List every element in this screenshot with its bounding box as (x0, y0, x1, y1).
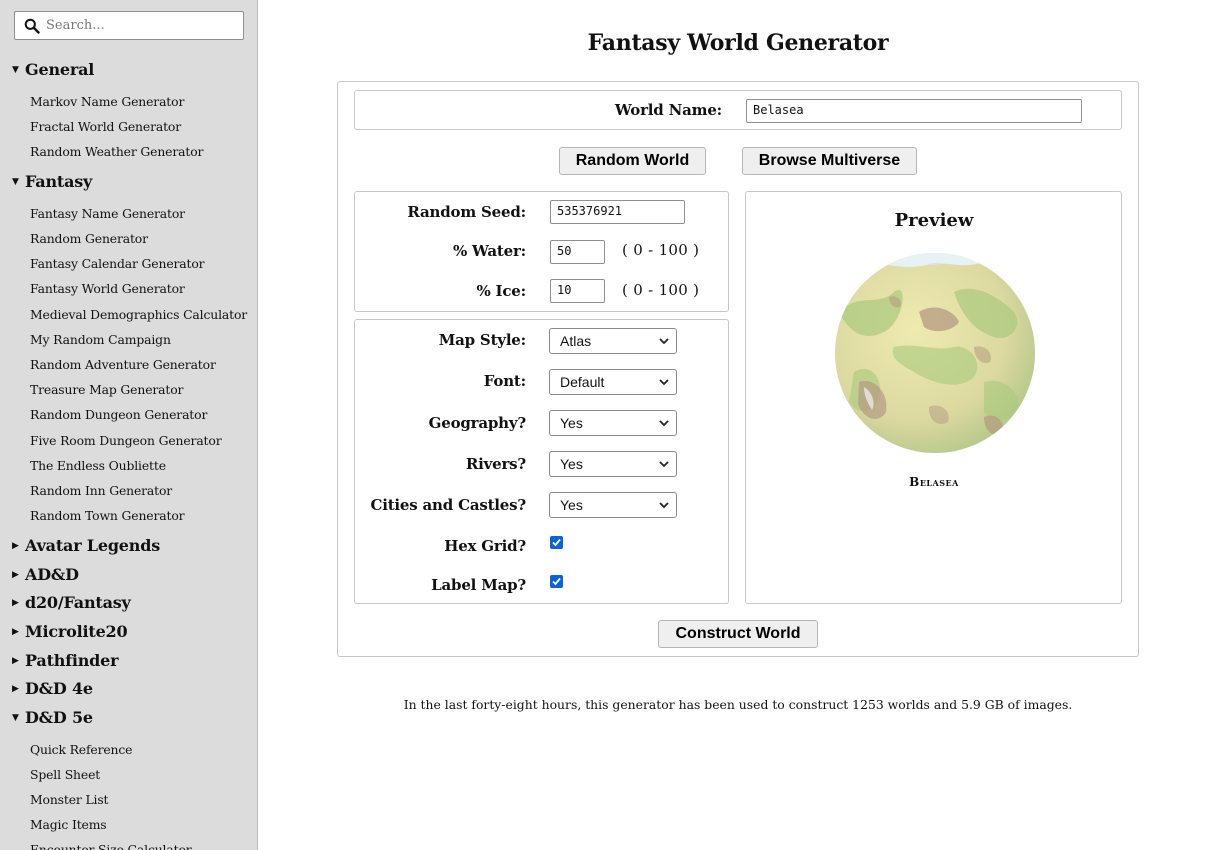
hex-grid-label: Hex Grid? (444, 537, 526, 555)
chevron-down-icon (659, 502, 669, 509)
sidebar-item-fantasy-calendar-generator[interactable]: Fantasy Calendar Generator (30, 256, 205, 271)
search-icon (24, 18, 40, 34)
checkmark-icon (552, 577, 561, 586)
sidebar-section-general[interactable]: ▼ General (12, 60, 94, 79)
sidebar-item-fractal-world-generator[interactable]: Fractal World Generator (30, 119, 181, 134)
random-world-button[interactable]: Random World (559, 147, 706, 175)
search-input[interactable]: Search... (46, 18, 105, 33)
ice-range: ( 0 - 100 ) (622, 281, 700, 299)
search-box[interactable]: Search... (14, 11, 244, 40)
cities-label: Cities and Castles? (370, 496, 526, 514)
sidebar-item-five-room-dungeon-generator[interactable]: Five Room Dungeon Generator (30, 433, 222, 448)
sidebar-item-encounter-size-calculator[interactable]: Encounter Size Calculator (30, 842, 192, 850)
ice-label: % Ice: (476, 282, 526, 300)
sidebar-item-fantasy-world-generator[interactable]: Fantasy World Generator (30, 281, 185, 296)
world-preview-image[interactable] (834, 252, 1036, 454)
sidebar-section-d20-fantasy[interactable]: ▶ d20/Fantasy (12, 593, 131, 612)
sidebar-section-dnd-5e[interactable]: ▼ D&D 5e (12, 708, 93, 727)
sidebar-section-microlite20[interactable]: ▶ Microlite20 (12, 622, 128, 641)
random-seed-label: Random Seed: (407, 203, 526, 221)
triangle-right-icon: ▶ (12, 569, 19, 580)
map-style-select[interactable]: Atlas (549, 328, 677, 354)
chevron-down-icon (659, 461, 669, 468)
water-label: % Water: (452, 242, 526, 260)
chevron-down-icon (659, 420, 669, 427)
triangle-right-icon: ▶ (12, 597, 19, 608)
sidebar-item-fantasy-name-generator[interactable]: Fantasy Name Generator (30, 206, 185, 221)
sidebar-item-spell-sheet[interactable]: Spell Sheet (30, 767, 100, 782)
random-seed-input[interactable]: 535376921 (550, 200, 685, 224)
preview-world-label: Belasea (909, 475, 959, 489)
construct-world-button[interactable]: Construct World (658, 620, 818, 648)
ice-input[interactable]: 10 (550, 279, 605, 303)
geography-select[interactable]: Yes (549, 410, 677, 436)
triangle-right-icon: ▶ (12, 683, 19, 694)
triangle-down-icon: ▼ (12, 712, 19, 723)
browse-multiverse-button[interactable]: Browse Multiverse (742, 147, 917, 175)
sidebar: Search... ▼ General Markov Name Generato… (0, 0, 258, 850)
sidebar-item-monster-list[interactable]: Monster List (30, 792, 109, 807)
triangle-right-icon: ▶ (12, 540, 19, 551)
sidebar-section-pathfinder[interactable]: ▶ Pathfinder (12, 651, 119, 670)
font-label: Font: (483, 372, 526, 390)
sidebar-item-random-inn-generator[interactable]: Random Inn Generator (30, 483, 172, 498)
label-map-checkbox[interactable] (550, 575, 563, 588)
rivers-select[interactable]: Yes (549, 451, 677, 477)
sidebar-section-dnd-4e[interactable]: ▶ D&D 4e (12, 679, 93, 698)
triangle-right-icon: ▶ (12, 655, 19, 666)
sidebar-item-random-town-generator[interactable]: Random Town Generator (30, 508, 185, 523)
sidebar-item-random-adventure-generator[interactable]: Random Adventure Generator (30, 357, 216, 372)
water-range: ( 0 - 100 ) (622, 241, 700, 259)
cities-select[interactable]: Yes (549, 492, 677, 518)
page-title: Fantasy World Generator (587, 30, 889, 56)
triangle-down-icon: ▼ (12, 176, 19, 187)
label-map-label: Label Map? (431, 576, 526, 594)
hex-grid-checkbox[interactable] (550, 536, 563, 549)
sidebar-item-random-generator[interactable]: Random Generator (30, 231, 148, 246)
sidebar-item-my-random-campaign[interactable]: My Random Campaign (30, 332, 171, 347)
font-select[interactable]: Default (549, 369, 677, 395)
sidebar-item-markov-name-generator[interactable]: Markov Name Generator (30, 94, 184, 109)
checkmark-icon (552, 538, 561, 547)
sidebar-section-avatar-legends[interactable]: ▶ Avatar Legends (12, 536, 160, 555)
sidebar-item-magic-items[interactable]: Magic Items (30, 817, 107, 832)
sidebar-section-add[interactable]: ▶ AD&D (12, 565, 79, 584)
preview-title: Preview (894, 210, 974, 231)
sidebar-item-random-dungeon-generator[interactable]: Random Dungeon Generator (30, 407, 207, 422)
sidebar-item-the-endless-oubliette[interactable]: The Endless Oubliette (30, 458, 166, 473)
chevron-down-icon (659, 379, 669, 386)
sidebar-item-treasure-map-generator[interactable]: Treasure Map Generator (30, 382, 183, 397)
sidebar-item-quick-reference[interactable]: Quick Reference (30, 742, 132, 757)
usage-stats-text: In the last forty-eight hours, this gene… (403, 697, 1073, 712)
rivers-label: Rivers? (465, 455, 526, 473)
sidebar-section-fantasy[interactable]: ▼ Fantasy (12, 172, 92, 191)
triangle-down-icon: ▼ (12, 64, 19, 75)
water-input[interactable]: 50 (550, 240, 605, 264)
geography-label: Geography? (428, 414, 527, 432)
world-name-label: World Name: (614, 101, 722, 119)
sidebar-item-medieval-demographics-calculator[interactable]: Medieval Demographics Calculator (30, 307, 247, 322)
sidebar-item-random-weather-generator[interactable]: Random Weather Generator (30, 144, 203, 159)
chevron-down-icon (659, 338, 669, 345)
map-style-label: Map Style: (438, 331, 526, 349)
world-name-input[interactable]: Belasea (746, 99, 1082, 123)
triangle-right-icon: ▶ (12, 626, 19, 637)
